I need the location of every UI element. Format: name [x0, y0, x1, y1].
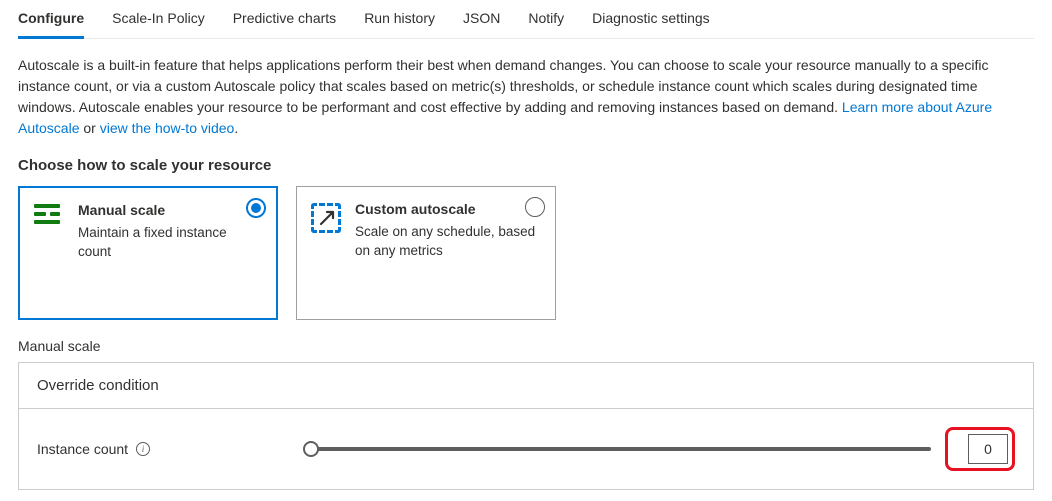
custom-autoscale-icon — [311, 203, 341, 233]
info-icon[interactable]: i — [136, 442, 150, 456]
description-after: . — [234, 120, 238, 136]
override-condition-header: Override condition — [19, 363, 1033, 409]
tab-notify[interactable]: Notify — [528, 0, 564, 38]
instance-count-row: Instance count i 0 — [19, 409, 1033, 489]
custom-autoscale-desc: Scale on any schedule, based on any metr… — [355, 223, 541, 261]
instance-count-highlight: 0 — [945, 427, 1015, 471]
manual-scale-panel: Override condition Instance count i 0 — [18, 362, 1034, 490]
tab-diagnostic-settings[interactable]: Diagnostic settings — [592, 0, 710, 38]
instance-count-label: Instance count — [37, 441, 128, 457]
tab-scale-in-policy[interactable]: Scale-In Policy — [112, 0, 205, 38]
choose-scale-heading: Choose how to scale your resource — [18, 157, 1034, 174]
tab-bar: Configure Scale-In Policy Predictive cha… — [18, 0, 1034, 39]
tab-json[interactable]: JSON — [463, 0, 500, 38]
manual-scale-desc: Maintain a fixed instance count — [78, 224, 262, 262]
slider-thumb[interactable] — [303, 441, 319, 457]
instance-count-value[interactable]: 0 — [968, 434, 1008, 464]
tab-configure[interactable]: Configure — [18, 0, 84, 38]
autoscale-description: Autoscale is a built-in feature that hel… — [18, 55, 1034, 139]
tab-run-history[interactable]: Run history — [364, 0, 435, 38]
custom-autoscale-title: Custom autoscale — [355, 201, 541, 217]
manual-scale-icon — [34, 204, 62, 224]
manual-scale-section-label: Manual scale — [18, 338, 1034, 354]
instance-count-slider[interactable] — [311, 447, 931, 451]
tab-predictive-charts[interactable]: Predictive charts — [233, 0, 336, 38]
scale-mode-cards: Manual scale Maintain a fixed instance c… — [18, 186, 1034, 320]
manual-scale-card[interactable]: Manual scale Maintain a fixed instance c… — [18, 186, 278, 320]
howto-video-link[interactable]: view the how-to video — [100, 120, 235, 136]
custom-autoscale-radio[interactable] — [525, 197, 545, 217]
manual-scale-title: Manual scale — [78, 202, 262, 218]
manual-scale-radio[interactable] — [246, 198, 266, 218]
custom-autoscale-card[interactable]: Custom autoscale Scale on any schedule, … — [296, 186, 556, 320]
description-middle: or — [83, 120, 99, 136]
